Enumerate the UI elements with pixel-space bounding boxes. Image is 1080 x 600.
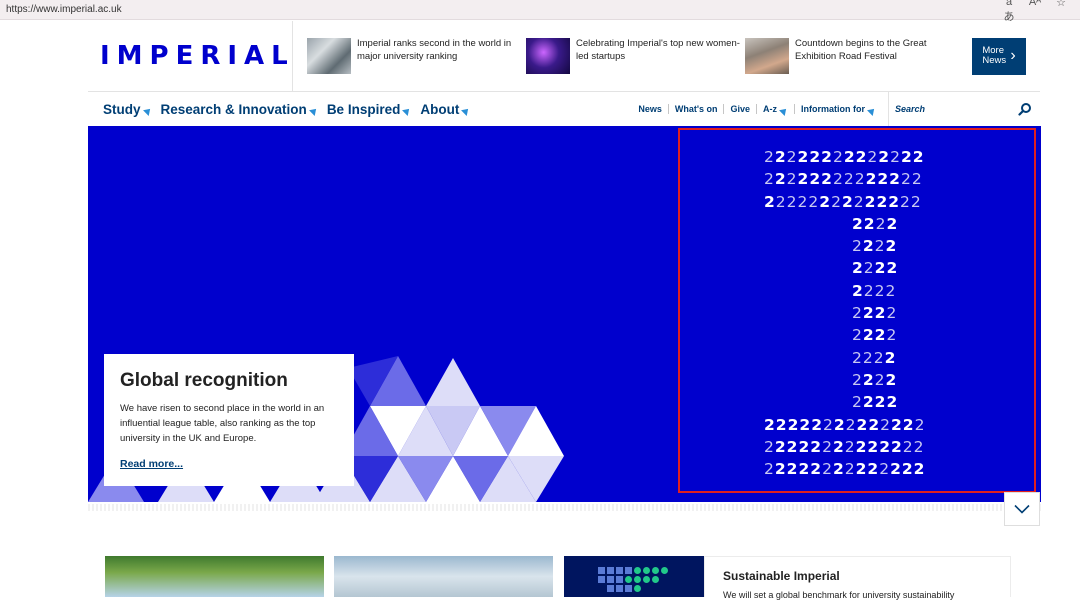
secnav-item-a-z[interactable]: A-z — [757, 104, 795, 116]
sustainable-title: Sustainable Imperial — [723, 569, 840, 583]
news-headline[interactable]: Celebrating Imperial's top new women-led… — [576, 38, 745, 63]
chevron-down-icon — [1014, 504, 1030, 514]
nav-item-study[interactable]: Study — [103, 101, 153, 117]
secnav-label: A-z — [763, 104, 777, 114]
news-strip: Imperial ranks second in the world in ma… — [293, 21, 1026, 91]
secnav-label: What's on — [674, 104, 718, 114]
secnav-item-whats-on[interactable]: What's on — [669, 104, 725, 114]
hero-card: Global recognition We have risen to seco… — [104, 354, 354, 486]
imperial-logo[interactable]: IMPERIAL — [88, 21, 293, 91]
nav-item-be-inspired[interactable]: Be Inspired — [326, 101, 413, 117]
read-more-link[interactable]: Read more... — [120, 458, 183, 470]
news-item[interactable]: Imperial ranks second in the world in ma… — [307, 38, 526, 74]
site-header: IMPERIAL Imperial ranks second in the wo… — [88, 21, 1040, 91]
sustainability-grid-icon — [598, 567, 668, 592]
browser-address-bar: https://www.imperial.ac.uk aあ Aᴬ ☆ — [0, 0, 1080, 23]
hero-title: Global recognition — [120, 370, 288, 391]
dropdown-triangle-icon — [142, 106, 153, 116]
nav-label: Research & Innovation — [160, 101, 307, 117]
news-headline[interactable]: Countdown begins to the Great Exhibition… — [795, 38, 964, 63]
feature-tiles: Sustainable Imperial We will set a globa… — [105, 556, 1015, 600]
news-thumbnail — [526, 38, 570, 74]
read-aloud-icon[interactable]: aあ — [1002, 0, 1016, 24]
collapse-toggle-button[interactable] — [1004, 492, 1040, 526]
secnav-label: News — [638, 104, 662, 114]
more-news-label: More News — [982, 45, 1007, 66]
chevron-right-icon: › — [1010, 47, 1016, 64]
dropdown-triangle-icon — [308, 106, 319, 116]
sustainable-text: We will set a global benchmark for unive… — [723, 590, 955, 600]
news-thumbnail — [307, 38, 351, 74]
url-text[interactable]: https://www.imperial.ac.uk — [0, 4, 1002, 15]
nav-item-about[interactable]: About — [420, 101, 472, 117]
section-divider — [88, 504, 1041, 511]
secnav-item-information-for[interactable]: Information for — [795, 104, 882, 116]
news-thumbnail — [745, 38, 789, 74]
news-item[interactable]: Celebrating Imperial's top new women-led… — [526, 38, 745, 74]
nav-label: Be Inspired — [326, 101, 401, 117]
secnav-label: Give — [730, 104, 750, 114]
feature-tile-image[interactable] — [334, 556, 553, 597]
news-item[interactable]: Countdown begins to the Great Exhibition… — [745, 38, 964, 74]
feature-tile-image[interactable] — [105, 556, 324, 597]
dropdown-triangle-icon — [867, 106, 877, 116]
secnav-item-give[interactable]: Give — [724, 104, 757, 114]
search-placeholder: Search — [895, 104, 926, 114]
nav-item-research-innovation[interactable]: Research & Innovation — [160, 101, 319, 117]
sustainable-tile[interactable]: Sustainable Imperial We will set a globa… — [704, 556, 1011, 600]
secondary-navigation: News What's on Give A-z Information for — [632, 104, 882, 116]
more-news-button[interactable]: More News › — [972, 37, 1026, 75]
dropdown-triangle-icon — [779, 106, 789, 116]
nav-label: About — [420, 101, 460, 117]
main-navigation: Study Research & Innovation Be Inspired … — [88, 91, 1040, 127]
nav-label: Study — [103, 101, 141, 117]
dropdown-triangle-icon — [461, 106, 472, 116]
sustainable-tile-image[interactable] — [564, 556, 704, 597]
favorite-star-icon[interactable]: ☆ — [1054, 0, 1068, 24]
dropdown-triangle-icon — [402, 106, 413, 116]
logo-text: IMPERIAL — [100, 41, 295, 71]
secnav-label: Information for — [801, 104, 865, 114]
secnav-item-news[interactable]: News — [632, 104, 669, 114]
annotation-highlight-box — [678, 128, 1036, 493]
search-icon[interactable] — [1018, 102, 1032, 116]
news-headline[interactable]: Imperial ranks second in the world in ma… — [357, 38, 526, 63]
search-box[interactable]: Search — [888, 91, 1040, 127]
hero-body: We have risen to second place in the wor… — [120, 403, 325, 444]
text-size-icon[interactable]: Aᴬ — [1028, 0, 1042, 24]
